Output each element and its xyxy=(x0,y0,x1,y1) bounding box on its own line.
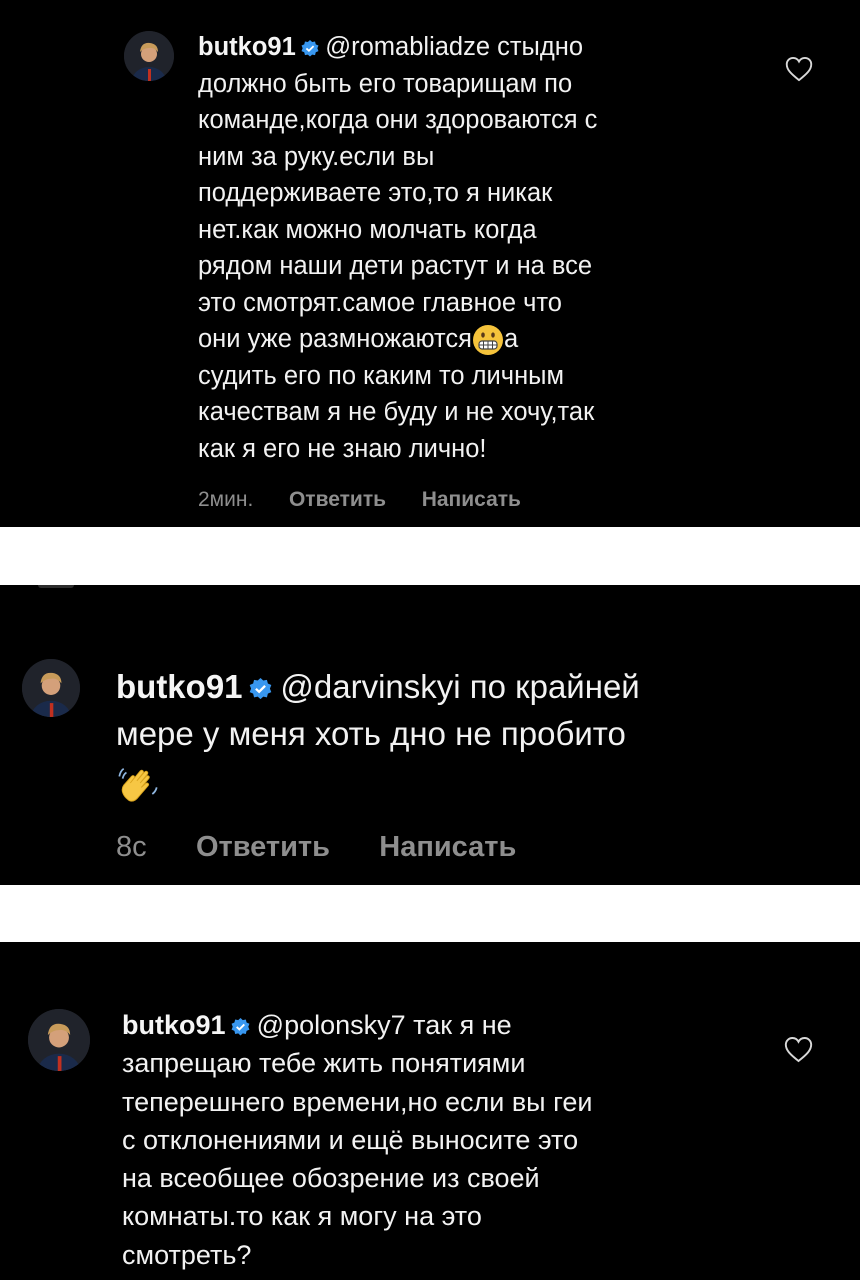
message-button[interactable]: Написать xyxy=(379,831,516,863)
previous-avatar-edge xyxy=(38,585,74,588)
comment-line: рядом наши дети растут и на все xyxy=(198,252,593,280)
comment-panel-1: butko91 @romabliadze стыдно должно быть е… xyxy=(0,0,860,527)
username[interactable]: butko91 xyxy=(198,33,296,61)
comment-body: butko91 @darvinskyi по крайней мере у мен… xyxy=(116,663,836,805)
comment-meta: 2мин. Ответить Написать xyxy=(198,488,557,512)
comment-line: запрещаю тебе жить понятиями xyxy=(122,1048,526,1079)
comment-meta: 8с Ответить Написать xyxy=(116,831,566,864)
avatar[interactable] xyxy=(124,31,174,81)
comment-panel-2: butko91 @darvinskyi по крайней мере у мен… xyxy=(0,585,860,885)
comment-line: ним за руку.если вы xyxy=(198,142,435,171)
username[interactable]: butko91 xyxy=(122,1010,226,1040)
comment-line: теперешнего времени,но если вы геи xyxy=(122,1086,593,1117)
verified-badge-icon xyxy=(301,39,319,58)
like-heart-icon[interactable] xyxy=(784,1036,813,1068)
comment-body: butko91 @romabliadze стыдно должно быть е… xyxy=(198,29,758,467)
comment-line: мере у меня хоть дно не пробито xyxy=(116,715,626,752)
avatar[interactable] xyxy=(28,1009,90,1071)
comment-line: с отклонениями и ещё выносите это xyxy=(122,1124,579,1155)
comment-line: они уже размножаются xyxy=(198,325,472,353)
comment-line: смотреть? xyxy=(122,1239,252,1270)
comment-text-start: по крайней xyxy=(460,668,640,705)
comment-line: поддерживаете это,то я никак xyxy=(198,179,553,207)
comment-line: должно быть его товарищам по xyxy=(198,69,573,98)
like-heart-icon[interactable] xyxy=(785,56,813,87)
comment-body: butko91 @polonsky7 так я не запрещаю тебе… xyxy=(122,1006,742,1274)
waving-hand-emoji-icon xyxy=(116,761,160,805)
verified-badge-icon xyxy=(231,1017,250,1037)
grimacing-face-emoji-icon xyxy=(472,324,504,356)
comment-text-start: стыдно xyxy=(490,33,584,61)
comment-line: как я его не знаю лично! xyxy=(198,434,487,463)
comment-line: комнаты.то как я могу на это xyxy=(122,1201,482,1232)
comment-line: судить его по каким то личным xyxy=(198,361,565,390)
message-button[interactable]: Написать xyxy=(422,488,521,511)
comment-line: качествам я не буду и не хочу,так xyxy=(198,398,595,426)
verified-badge-icon xyxy=(249,678,272,701)
reply-button[interactable]: Ответить xyxy=(196,831,330,863)
avatar[interactable] xyxy=(22,659,80,717)
comment-time: 8с xyxy=(116,831,147,863)
comment-time: 2мин. xyxy=(198,488,254,511)
mention-link[interactable]: @darvinskyi xyxy=(280,668,460,705)
reply-button[interactable]: Ответить xyxy=(289,488,386,511)
comment-line: команде,когда они здороваются с xyxy=(198,106,598,134)
comment-line: это смотрят.самое главное что xyxy=(198,288,562,317)
comment-line: нет.как можно молчать когда xyxy=(198,215,537,244)
comment-text-after-emoji: а xyxy=(504,325,519,353)
username[interactable]: butko91 xyxy=(116,668,243,705)
comment-line: на всеобщее обозрение из своей xyxy=(122,1163,540,1194)
mention-link[interactable]: @polonsky7 xyxy=(257,1010,406,1040)
comment-text-start: так я не xyxy=(405,1010,512,1040)
comment-panel-3: butko91 @polonsky7 так я не запрещаю тебе… xyxy=(0,942,860,1280)
mention-link[interactable]: @romabliadze xyxy=(325,33,490,61)
